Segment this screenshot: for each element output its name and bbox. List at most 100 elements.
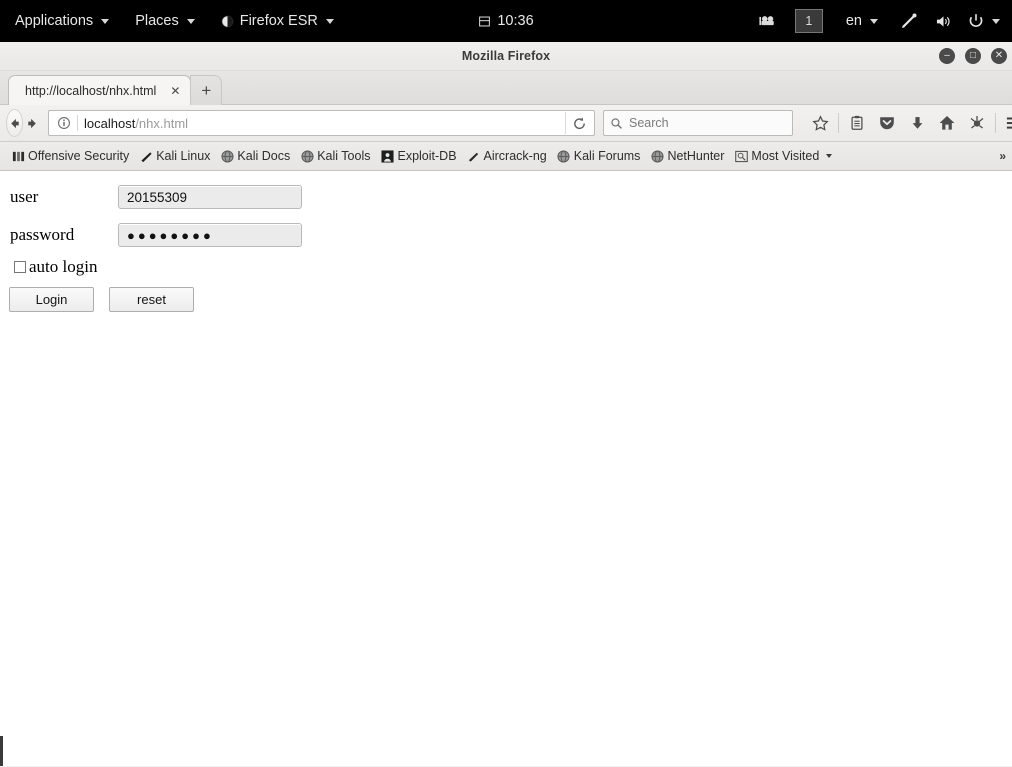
info-icon[interactable] <box>55 115 73 131</box>
form-buttons: Login reset <box>9 287 194 312</box>
auto-login-checkbox[interactable] <box>14 261 26 273</box>
search-icon <box>610 117 623 130</box>
reader-list-icon[interactable] <box>842 109 872 137</box>
pen-icon[interactable] <box>891 12 927 30</box>
tab-strip: http://localhost/nhx.html ✕ + <box>0 71 1012 105</box>
bookmark-label: NetHunter <box>667 149 725 163</box>
language-label: en <box>845 13 862 29</box>
minimize-button[interactable]: – <box>939 48 955 64</box>
page-content: user 20155309 password ●●●●●●●● auto log… <box>0 171 1012 766</box>
bookmark-offensive-security[interactable]: Offensive Security <box>6 145 134 167</box>
maximize-button[interactable]: □ <box>965 48 981 64</box>
power-icon[interactable] <box>960 13 990 29</box>
window-controls: – □ ✕ <box>939 42 1007 70</box>
bookmark-exploit-db[interactable]: Exploit-DB <box>375 145 461 167</box>
reset-button[interactable]: reset <box>109 287 194 312</box>
user-label: user <box>10 187 39 206</box>
clock-button[interactable]: 10:36 <box>465 0 546 42</box>
globe-icon <box>557 149 571 163</box>
address-bar-path: /nhx.html <box>135 115 189 131</box>
workspace-number: 1 <box>805 14 813 28</box>
places-menu[interactable]: Places <box>122 0 208 42</box>
password-row: password ●●●●●●●● <box>10 223 310 247</box>
screencast-icon[interactable] <box>751 14 785 28</box>
address-bar-separator <box>77 115 78 131</box>
chevron-down-icon <box>101 18 110 24</box>
aircrack-icon <box>467 149 481 163</box>
browser-tab[interactable]: http://localhost/nhx.html ✕ <box>8 75 192 105</box>
globe-icon <box>650 149 664 163</box>
bookmark-label: Kali Docs <box>237 149 291 163</box>
bookmark-label: Offensive Security <box>28 149 130 163</box>
chevron-down-icon[interactable] <box>992 18 1000 24</box>
volume-icon[interactable] <box>927 14 960 29</box>
close-button[interactable]: ✕ <box>991 48 1007 64</box>
bookmark-label: Kali Tools <box>317 149 371 163</box>
downloads-icon[interactable] <box>902 109 932 137</box>
bookmark-label: Aircrack-ng <box>483 149 547 163</box>
password-input[interactable]: ●●●●●●●● <box>118 223 302 247</box>
bookmark-nethunter[interactable]: NetHunter <box>645 145 729 167</box>
home-icon[interactable] <box>932 109 962 137</box>
bookmark-aircrack-ng[interactable]: Aircrack-ng <box>462 145 552 167</box>
arrow-left-icon <box>11 118 19 128</box>
bookmarks-toolbar: Offensive Security Kali Linux Kali Docs … <box>0 142 1012 171</box>
bookmarks-overflow-button[interactable]: » <box>999 149 1006 163</box>
tab-title: http://localhost/nhx.html <box>25 83 157 98</box>
language-menu[interactable]: en <box>833 0 891 42</box>
tab-close-icon[interactable]: ✕ <box>170 85 180 97</box>
forward-button[interactable] <box>25 109 40 137</box>
auto-login-row: auto login <box>14 257 97 277</box>
address-bar[interactable]: localhost/nhx.html <box>48 110 595 136</box>
reload-button[interactable] <box>565 112 592 134</box>
search-input[interactable]: Search <box>629 116 669 130</box>
screen: Applications Places Firefox ESR 10:36 1 … <box>0 0 1012 767</box>
tracker-icon[interactable] <box>962 109 992 137</box>
bookmark-label: Exploit-DB <box>397 149 457 163</box>
panel-status-group: 1 en <box>751 0 1008 42</box>
panel-left-group: Applications Places Firefox ESR <box>2 0 347 42</box>
bookmark-label: Kali Forums <box>573 149 641 163</box>
toolbar-separator <box>838 113 839 133</box>
most-visited-icon <box>734 149 748 163</box>
globe-icon <box>300 149 314 163</box>
bookmark-kali-linux[interactable]: Kali Linux <box>134 145 215 167</box>
window-title: Mozilla Firefox <box>461 49 551 63</box>
calendar-icon <box>478 15 491 28</box>
toolbar-icon-group <box>805 109 1012 137</box>
bookmark-most-visited[interactable]: Most Visited <box>729 145 837 167</box>
applications-menu[interactable]: Applications <box>2 0 122 42</box>
bookmark-label: Kali Linux <box>156 149 211 163</box>
exploitdb-icon <box>380 149 394 163</box>
globe-icon <box>220 149 234 163</box>
pocket-icon[interactable] <box>872 109 902 137</box>
back-button[interactable] <box>6 109 23 137</box>
firefox-window-menu-label: Firefox ESR <box>239 13 318 29</box>
bookmark-kali-tools[interactable]: Kali Tools <box>295 145 375 167</box>
menu-icon[interactable] <box>999 109 1012 137</box>
new-tab-button[interactable]: + <box>190 75 223 105</box>
workspace-indicator[interactable]: 1 <box>794 9 823 33</box>
bookmark-kali-docs[interactable]: Kali Docs <box>215 145 295 167</box>
bookmark-star-icon[interactable] <box>805 109 835 137</box>
user-input[interactable]: 20155309 <box>118 185 302 209</box>
address-bar-host: localhost <box>84 115 136 131</box>
chevron-down-icon <box>826 154 833 158</box>
navigation-toolbar: localhost/nhx.html Search <box>0 105 1012 142</box>
bookmark-label: Most Visited <box>751 149 820 163</box>
kali-dragon-icon <box>139 149 153 163</box>
bookmark-kali-forums[interactable]: Kali Forums <box>552 145 646 167</box>
search-bar[interactable]: Search <box>603 110 793 136</box>
address-bar-url: localhost/nhx.html <box>84 116 565 131</box>
login-button[interactable]: Login <box>9 287 94 312</box>
arrow-right-icon <box>28 118 36 128</box>
user-row: user 20155309 <box>10 185 310 209</box>
auto-login-label: auto login <box>29 257 98 276</box>
chevron-down-icon <box>325 18 334 24</box>
password-label: password <box>10 225 75 244</box>
window-titlebar: Mozilla Firefox – □ ✕ <box>0 42 1012 71</box>
chevron-down-icon <box>186 18 195 24</box>
applications-menu-label: Applications <box>15 13 94 29</box>
firefox-window-menu[interactable]: Firefox ESR <box>208 0 347 42</box>
clock-label: 10:36 <box>497 13 534 29</box>
